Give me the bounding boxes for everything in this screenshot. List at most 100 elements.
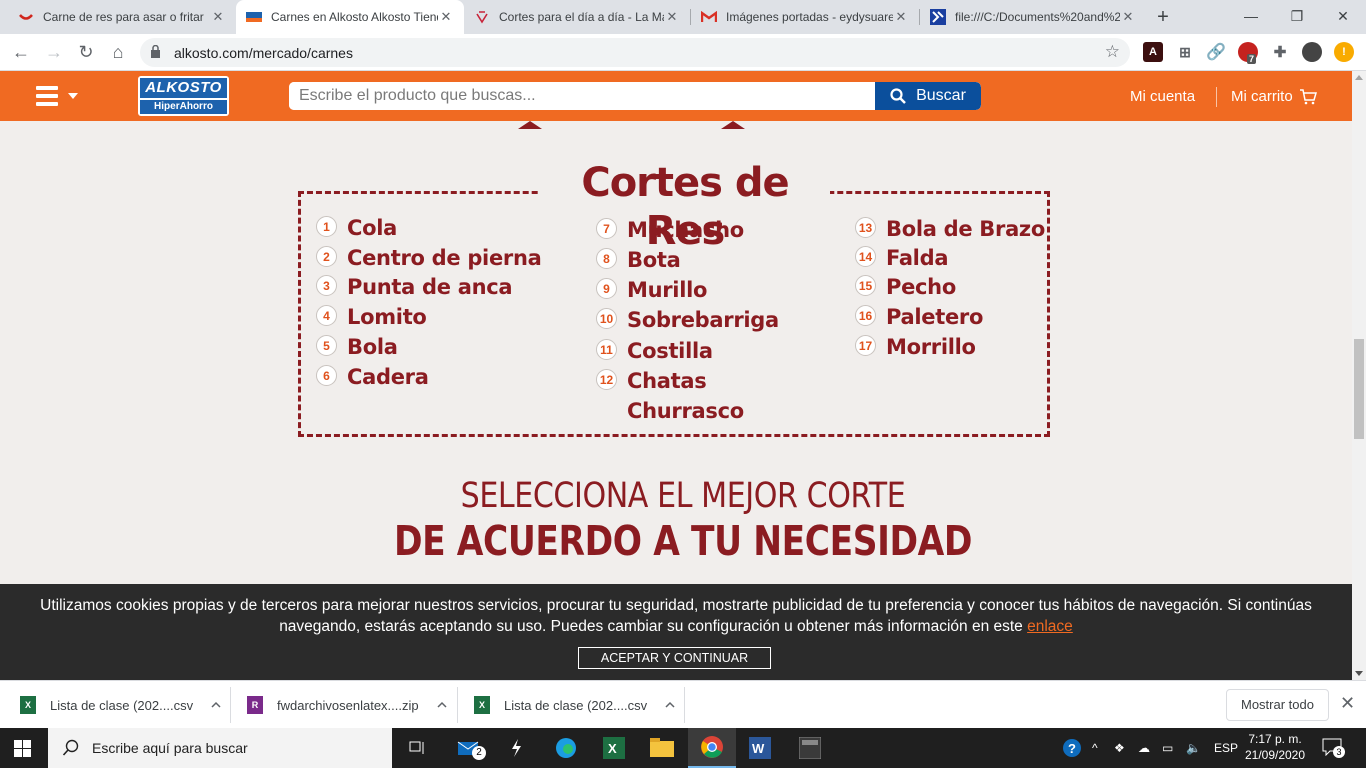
- search-input[interactable]: [289, 82, 875, 110]
- download-item[interactable]: X Lista de clase (202....csv: [474, 681, 675, 729]
- cookie-link[interactable]: enlace: [1027, 618, 1073, 635]
- dropbox-icon[interactable]: ❖: [1114, 728, 1125, 768]
- tab-file[interactable]: file:///C:/Documents%20and%2 ✕: [920, 0, 1146, 34]
- product-search: Buscar: [289, 82, 981, 110]
- close-tab-icon[interactable]: ✕: [1120, 9, 1136, 25]
- download-filename: fwdarchivosenlatex....zip: [277, 697, 419, 713]
- close-tab-icon[interactable]: ✕: [438, 9, 454, 25]
- show-all-downloads-button[interactable]: Mostrar todo: [1226, 689, 1329, 721]
- alkosto-logo[interactable]: ALKOSTO HiperAhorro: [138, 76, 229, 116]
- tab-cortes[interactable]: Cortes para el día a día - La Mag ✕: [464, 0, 690, 34]
- show-hidden-icons-icon[interactable]: ^: [1092, 728, 1098, 768]
- bookmark-star-icon[interactable]: ☆: [1105, 42, 1120, 62]
- tab-gmail[interactable]: Imágenes portadas - eydysuare ✕: [691, 0, 919, 34]
- taskbar-search[interactable]: Escribe aquí para buscar: [48, 728, 392, 768]
- puzzle-extensions-icon[interactable]: ✚: [1270, 42, 1290, 62]
- cut-number: 10: [596, 308, 617, 329]
- close-window-button[interactable]: ✕: [1320, 0, 1366, 34]
- clock-date: 21/09/2020: [1244, 748, 1306, 762]
- page-scrollbar[interactable]: [1352, 71, 1366, 680]
- cart-icon: [1299, 88, 1317, 104]
- close-shelf-icon[interactable]: ✕: [1340, 693, 1355, 714]
- battery-icon[interactable]: ▭: [1162, 728, 1173, 768]
- forward-button[interactable]: →: [41, 39, 67, 65]
- cut-item: 15 Pecho: [855, 272, 956, 302]
- account-link[interactable]: Mi cuenta: [1130, 88, 1195, 105]
- update-alert-icon[interactable]: !: [1334, 42, 1354, 62]
- cut-item: 4 Lomito: [316, 302, 427, 332]
- unknown-app-icon[interactable]: [492, 728, 540, 768]
- cut-name: Pecho: [886, 275, 956, 299]
- browser-tab-strip: Carne de res para asar o fritar ✕ Carnes…: [0, 0, 1366, 34]
- gmail-icon: [701, 9, 717, 25]
- cart-link[interactable]: Mi carrito: [1231, 88, 1317, 105]
- taskbar-search-text: Escribe aquí para buscar: [92, 740, 248, 756]
- scrollbar-thumb[interactable]: [1354, 339, 1364, 439]
- cut-name: Falda: [886, 246, 949, 270]
- cut-number: 9: [596, 278, 617, 299]
- windows-start-icon[interactable]: [14, 740, 31, 757]
- mail-icon[interactable]: 2: [446, 728, 494, 768]
- home-icon[interactable]: ⌂: [105, 39, 131, 65]
- cut-number: 5: [316, 335, 337, 356]
- cut-number: 1: [316, 216, 337, 237]
- word-icon[interactable]: W: [736, 728, 784, 768]
- cut-name: Punta de anca: [347, 275, 513, 299]
- chevron-up-icon[interactable]: [437, 700, 447, 710]
- edge-icon[interactable]: [542, 728, 590, 768]
- language-indicator[interactable]: ESP: [1214, 728, 1238, 768]
- browser-toolbar: ← → ↻ ⌂ alkosto.com/mercado/carnes ☆ A ⊞…: [0, 34, 1366, 71]
- help-icon[interactable]: ?: [1062, 728, 1082, 768]
- file-explorer-icon[interactable]: [638, 728, 686, 768]
- close-tab-icon[interactable]: ✕: [664, 9, 680, 25]
- alkosto-icon: [246, 9, 262, 25]
- minimize-button[interactable]: —: [1228, 0, 1274, 34]
- scroll-down-arrow[interactable]: [1355, 671, 1363, 676]
- apps-grid-icon[interactable]: ⊞: [1175, 42, 1195, 62]
- scroll-up-arrow[interactable]: [1355, 75, 1363, 80]
- cut-item: 16 Paletero: [855, 302, 983, 332]
- chevron-up-icon[interactable]: [211, 700, 221, 710]
- link-extension-icon[interactable]: 🔗: [1206, 42, 1226, 62]
- chevron-up-icon[interactable]: [665, 700, 675, 710]
- address-bar[interactable]: alkosto.com/mercado/carnes ☆: [140, 38, 1130, 67]
- restore-button[interactable]: ❐: [1274, 0, 1320, 34]
- cut-number: 11: [596, 339, 617, 360]
- accept-cookies-button[interactable]: ACEPTAR Y CONTINUAR: [578, 647, 771, 669]
- task-view-icon[interactable]: [394, 728, 442, 768]
- calculator-app-icon[interactable]: [786, 728, 834, 768]
- cut-item: 2 Centro de pierna: [316, 243, 542, 273]
- cut-number: 17: [855, 335, 876, 356]
- back-button[interactable]: ←: [8, 39, 34, 65]
- reload-button[interactable]: ↻: [73, 39, 99, 65]
- cut-number: 15: [855, 275, 876, 296]
- notification-center-icon[interactable]: 3: [1322, 738, 1345, 758]
- cut-number: 2: [316, 246, 337, 267]
- tab-carne-asar[interactable]: Carne de res para asar o fritar ✕: [8, 0, 236, 34]
- cut-item: 10 Sobrebarriga: [596, 305, 779, 335]
- notification-count: 3: [1333, 746, 1345, 758]
- download-item[interactable]: R fwdarchivosenlatex....zip: [247, 681, 447, 729]
- chevron-down-icon[interactable]: [68, 93, 78, 99]
- cut-item: 5 Bola: [316, 332, 398, 362]
- search-icon: [890, 88, 906, 104]
- pdf-extension-icon[interactable]: A: [1143, 42, 1163, 62]
- new-tab-button[interactable]: +: [1150, 4, 1176, 30]
- download-shelf: X Lista de clase (202....csv R fwdarchiv…: [0, 680, 1366, 728]
- tab-alkosto[interactable]: Carnes en Alkosto Alkosto Tienda ✕: [236, 0, 464, 34]
- avatar[interactable]: [1302, 42, 1322, 62]
- chrome-icon[interactable]: [688, 728, 736, 768]
- onedrive-icon[interactable]: ☁: [1138, 728, 1150, 768]
- close-tab-icon[interactable]: ✕: [893, 9, 909, 25]
- search-button[interactable]: Buscar: [875, 82, 981, 110]
- extension-badge-icon[interactable]: 7: [1238, 42, 1258, 64]
- close-tab-icon[interactable]: ✕: [210, 9, 226, 25]
- download-item[interactable]: X Lista de clase (202....csv: [20, 681, 221, 729]
- excel-icon[interactable]: X: [590, 728, 638, 768]
- clock[interactable]: 7:17 p. m. 21/09/2020: [1244, 731, 1306, 763]
- cut-name: Muchacho: [627, 218, 744, 242]
- volume-icon[interactable]: 🔈: [1186, 728, 1201, 768]
- cut-number: 6: [316, 365, 337, 386]
- tab-title: file:///C:/Documents%20and%2: [955, 10, 1120, 24]
- menu-hamburger-icon[interactable]: [36, 86, 58, 106]
